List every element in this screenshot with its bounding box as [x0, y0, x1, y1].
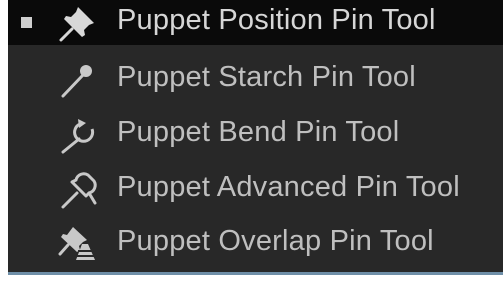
menu-item-label: Puppet Position Pin Tool	[117, 4, 436, 36]
selected-bullet-icon	[21, 17, 32, 28]
menu-panel: Puppet Position Pin Tool Puppet Starch P…	[8, 0, 503, 275]
menu-item-label: Puppet Starch Pin Tool	[117, 61, 416, 93]
menu-item-overlap-pin[interactable]: Puppet Overlap Pin Tool	[8, 217, 503, 272]
overlap-pin-icon	[58, 224, 98, 264]
menu-item-position-pin[interactable]: Puppet Position Pin Tool	[8, 0, 503, 45]
menu-item-label: Puppet Overlap Pin Tool	[117, 225, 434, 257]
menu-item-starch-pin[interactable]: Puppet Starch Pin Tool	[8, 52, 503, 107]
bend-pin-icon	[58, 115, 98, 155]
advanced-pin-icon	[58, 170, 98, 210]
menu-item-label: Puppet Bend Pin Tool	[117, 116, 400, 148]
menu-item-label: Puppet Advanced Pin Tool	[117, 171, 460, 203]
puppet-tool-menu: Puppet Position Pin Tool Puppet Starch P…	[0, 0, 503, 281]
menu-item-bend-pin[interactable]: Puppet Bend Pin Tool	[8, 107, 503, 162]
menu-item-advanced-pin[interactable]: Puppet Advanced Pin Tool	[8, 162, 503, 217]
starch-pin-icon	[58, 60, 98, 100]
pushpin-icon	[58, 3, 98, 43]
